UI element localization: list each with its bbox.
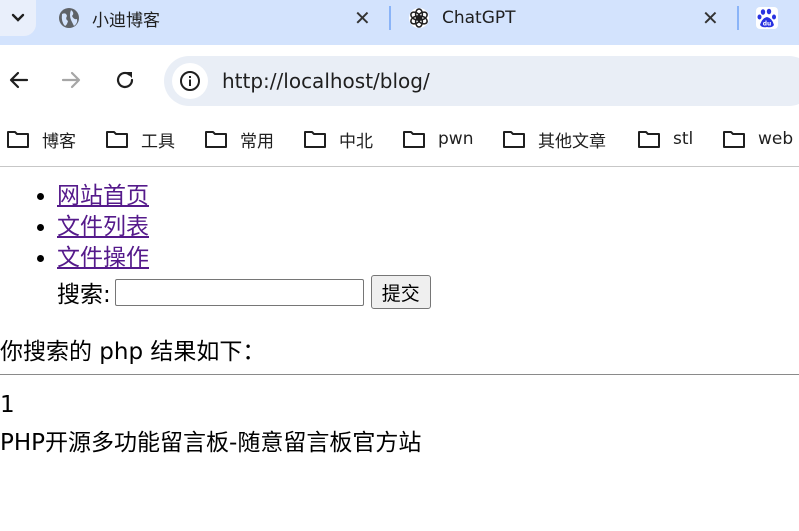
tab-separator [389, 6, 391, 30]
info-icon [180, 71, 200, 91]
bookmark-folder-zhongbei[interactable]: 中北 [303, 125, 373, 153]
tab-strip: 小迪博客 ✕ ChatGPT ✕ du [0, 0, 799, 45]
folder-icon [403, 131, 425, 148]
bookmark-label: 常用 [240, 131, 274, 152]
bookmark-label: 工具 [141, 131, 175, 152]
folder-icon [723, 131, 745, 148]
forward-button[interactable] [54, 63, 88, 97]
bookmark-label: 博客 [42, 131, 76, 152]
result-title: PHP开源多功能留言板-随意留言板官方站 [0, 430, 422, 456]
menu-item-file-ops: 文件操作 [57, 243, 149, 274]
chatgpt-logo-icon [408, 7, 430, 29]
bookmark-label: stl [673, 129, 694, 149]
reload-icon [116, 71, 134, 89]
page-content: 网站首页 文件列表 文件操作 搜索: 提交 你搜索的 php 结果如下： 1 P… [0, 167, 799, 531]
menu-item-file-list: 文件列表 [57, 212, 149, 243]
tab-separator [737, 6, 739, 30]
reload-button[interactable] [108, 63, 142, 97]
folder-icon [638, 131, 660, 148]
folder-icon [503, 131, 525, 148]
bookmarks-bar: 博客 工具 常用 中北 pwn 其他文章 stl web [0, 117, 799, 167]
bookmark-label: 其他文章 [538, 131, 606, 152]
arrow-right-icon [61, 71, 81, 89]
chevron-down-icon [11, 13, 25, 22]
address-url[interactable]: http://localhost/blog/ [222, 69, 430, 93]
menu-item-home: 网站首页 [57, 181, 149, 212]
browser-toolbar: http://localhost/blog/ [0, 45, 799, 117]
submit-button[interactable]: 提交 [370, 275, 431, 309]
folder-icon [7, 131, 29, 148]
bookmark-folder-web[interactable]: web [722, 125, 793, 153]
bookmark-label: pwn [438, 129, 474, 149]
bookmark-folder-blog[interactable]: 博客 [6, 125, 76, 153]
tab-title: ChatGPT [442, 8, 516, 28]
back-button[interactable] [2, 63, 36, 97]
tab-chatgpt[interactable]: ChatGPT ✕ [408, 0, 728, 36]
folder-icon [304, 131, 326, 148]
baidu-paw-icon: du [756, 7, 778, 29]
site-menu: 网站首页 文件列表 文件操作 [0, 181, 149, 274]
menu-link-file-list[interactable]: 文件列表 [57, 214, 149, 240]
address-bar[interactable]: http://localhost/blog/ [164, 56, 799, 106]
menu-link-file-ops[interactable]: 文件操作 [57, 245, 149, 271]
site-info-button[interactable] [172, 63, 208, 99]
tab-search-button[interactable] [0, 0, 36, 36]
globe-icon [58, 7, 80, 29]
horizontal-rule [0, 374, 799, 375]
bookmark-folder-tools[interactable]: 工具 [105, 125, 175, 153]
search-form: 搜索: 提交 [57, 275, 431, 309]
folder-icon [106, 131, 128, 148]
search-label: 搜索: [57, 282, 111, 308]
bookmark-label: 中北 [339, 131, 373, 152]
svg-text:du: du [763, 21, 772, 28]
tab-blog[interactable]: 小迪博客 ✕ [58, 0, 378, 36]
menu-link-home[interactable]: 网站首页 [57, 183, 149, 209]
arrow-left-icon [9, 71, 29, 89]
result-summary: 你搜索的 php 结果如下： [0, 339, 266, 365]
result-index: 1 [0, 392, 15, 418]
bookmark-folder-stl[interactable]: stl [637, 125, 693, 153]
tab-title: 小迪博客 [92, 10, 160, 31]
bookmark-folder-other-articles[interactable]: 其他文章 [502, 125, 606, 153]
tab-baidu[interactable]: du [756, 0, 799, 36]
close-tab-icon[interactable]: ✕ [354, 8, 371, 28]
bookmark-folder-common[interactable]: 常用 [204, 125, 274, 153]
search-input[interactable] [114, 278, 364, 306]
close-tab-icon[interactable]: ✕ [702, 8, 719, 28]
bookmark-folder-pwn[interactable]: pwn [402, 125, 473, 153]
bookmark-label: web [758, 129, 794, 149]
folder-icon [205, 131, 227, 148]
